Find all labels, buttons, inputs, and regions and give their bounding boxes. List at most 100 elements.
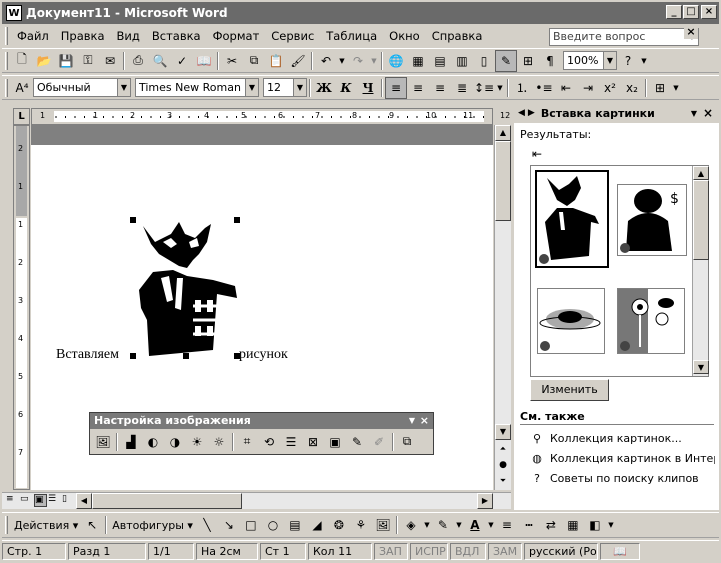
less-brightness-icon[interactable]: ☼ (208, 431, 230, 453)
font-color-icon[interactable]: A (464, 514, 486, 536)
line-color-icon[interactable]: ✎ (432, 514, 454, 536)
wordart-icon[interactable]: ◢ (306, 514, 328, 536)
status-extend[interactable]: ВДЛ (450, 542, 486, 560)
rectangle-icon[interactable]: □ (240, 514, 262, 536)
clip-cat[interactable]: $ (617, 184, 687, 256)
crop-icon[interactable]: ⌗ (236, 431, 258, 453)
normal-view-icon[interactable]: ≡ (6, 494, 19, 507)
chevron-down-icon[interactable]: ▼ (454, 514, 464, 536)
less-contrast-icon[interactable]: ◑ (164, 431, 186, 453)
permission-icon[interactable]: ⚿ (77, 50, 99, 72)
autoshapes-menu[interactable]: Автофигуры ▾ (112, 519, 193, 532)
scroll-left-icon[interactable]: ◀ (76, 493, 92, 509)
vertical-scrollbar[interactable]: ▲ ▼ ⏶ ● ⏷ (494, 125, 511, 490)
scroll-thumb[interactable] (495, 141, 511, 221)
subscript-icon[interactable]: x₂ (621, 77, 643, 99)
clip-art-icon[interactable]: ⚘ (350, 514, 372, 536)
scroll-down-icon[interactable]: ▼ (693, 360, 709, 374)
more-contrast-icon[interactable]: ◐ (142, 431, 164, 453)
superscript-icon[interactable]: x² (599, 77, 621, 99)
chevron-down-icon[interactable]: ▼ (495, 77, 505, 99)
document-text-before[interactable]: Вставляем (56, 347, 119, 363)
link-clip-online[interactable]: ◍ Коллекция картинок в Интернете (530, 451, 719, 465)
arrow-icon[interactable]: ↘ (218, 514, 240, 536)
insert-excel-icon[interactable]: ▥ (451, 50, 473, 72)
chevron-down-icon[interactable]: ▼ (337, 50, 347, 72)
word-app-icon[interactable]: W (6, 5, 22, 21)
font-select[interactable]: Times New Roman ▼ (135, 78, 259, 97)
italic-button[interactable]: К (335, 77, 357, 99)
toolbar-grip[interactable] (5, 516, 8, 534)
oval-icon[interactable]: ○ (262, 514, 284, 536)
menu-table[interactable]: Таблица (326, 29, 377, 43)
bullets-icon[interactable]: •≡ (533, 77, 555, 99)
resize-handle[interactable] (130, 217, 136, 223)
border-icon[interactable]: ⊞ (649, 77, 671, 99)
outline-view-icon[interactable]: ☰ (48, 494, 61, 507)
maximize-button[interactable]: □ (683, 5, 699, 19)
style-select[interactable]: Обычный ▼ (33, 78, 131, 97)
diagram-icon[interactable]: ❂ (328, 514, 350, 536)
scroll-up-icon[interactable]: ▲ (693, 166, 709, 180)
spelling-icon[interactable]: ✓ (171, 50, 193, 72)
scroll-up-icon[interactable]: ▲ (495, 125, 511, 141)
paste-icon[interactable]: 📋 (265, 50, 287, 72)
menu-view[interactable]: Вид (117, 29, 140, 43)
forward-icon[interactable]: ▶ (528, 108, 535, 118)
horizontal-ruler[interactable]: 1 1 2 3 4 5 6 7 8 9 10 11 12 (31, 108, 510, 125)
chevron-down-icon[interactable]: ▼ (293, 79, 306, 96)
clip-scrollbar[interactable]: ▲ ▼ (692, 166, 709, 376)
clip-flowers[interactable] (617, 288, 685, 354)
scroll-right-icon[interactable]: ▶ (477, 493, 493, 509)
reset-picture-icon[interactable]: ⧉ (396, 431, 418, 453)
previous-page-icon[interactable]: ⏶ (495, 441, 511, 457)
back-icon[interactable]: ◀ (518, 108, 525, 118)
status-overtype[interactable]: ЗАМ (488, 542, 522, 560)
next-page-icon[interactable]: ⏷ (495, 473, 511, 489)
menu-edit[interactable]: Правка (61, 29, 105, 43)
open-icon[interactable]: 📂 (33, 50, 55, 72)
research-icon[interactable]: 📖 (193, 50, 215, 72)
status-track-changes[interactable]: ИСПР (410, 542, 448, 560)
menu-help[interactable]: Справка (432, 29, 483, 43)
tab-selector[interactable]: L (13, 108, 30, 125)
resize-handle[interactable] (234, 217, 240, 223)
document-map-icon[interactable]: ⊞ (517, 50, 539, 72)
toolbar-grip[interactable] (5, 51, 8, 70)
bold-button[interactable]: Ж (313, 77, 335, 99)
chevron-down-icon[interactable]: ▼ (245, 79, 258, 96)
link-search-tips[interactable]: ? Советы по поиску клипов (530, 471, 719, 485)
toolbar-options-icon[interactable]: ▼ (639, 50, 649, 72)
show-hide-icon[interactable]: ¶ (539, 50, 561, 72)
toolbar-grip[interactable] (5, 27, 8, 45)
actions-menu[interactable]: Действия ▾ (14, 519, 78, 532)
task-pane-menu-icon[interactable]: ▼ (691, 109, 697, 118)
line-style-icon[interactable]: ≡ (496, 514, 518, 536)
task-pane-close-icon[interactable]: × (703, 106, 713, 120)
clip-fox[interactable] (535, 170, 609, 268)
menu-insert[interactable]: Вставка (152, 29, 201, 43)
underline-button[interactable]: Ч (357, 77, 379, 99)
justify-icon[interactable]: ≣ (451, 77, 473, 99)
clip-hamster[interactable] (537, 288, 605, 354)
numbering-icon[interactable]: ⒈ (511, 77, 533, 99)
print-preview-icon[interactable]: 🔍 (149, 50, 171, 72)
cut-icon[interactable]: ✂ (221, 50, 243, 72)
align-left-icon[interactable]: ≡ (385, 76, 407, 99)
print-icon[interactable]: ⎙ (127, 50, 149, 72)
minimize-button[interactable]: _ (666, 5, 682, 19)
link-clip-collection[interactable]: ⚲ Коллекция картинок... (530, 431, 719, 445)
text-box-icon[interactable]: ▤ (284, 514, 306, 536)
status-record[interactable]: ЗАП (374, 542, 408, 560)
decrease-indent-icon[interactable]: ⇤ (555, 77, 577, 99)
document-text-after[interactable]: рисунок (239, 347, 288, 363)
line-style-icon[interactable]: ☰ (280, 431, 302, 453)
picture-toolbar-title[interactable]: Настройка изображения ▼ × (90, 413, 433, 429)
set-transparent-color-icon[interactable]: ✐ (368, 431, 390, 453)
menu-file[interactable]: Файл (17, 29, 49, 43)
menu-window[interactable]: Окно (389, 29, 420, 43)
copy-icon[interactable]: ⧉ (243, 50, 265, 72)
scroll-thumb[interactable] (693, 180, 709, 260)
insert-picture-icon[interactable]: 🖼 (92, 431, 114, 453)
3d-style-icon[interactable]: ◧ (584, 514, 606, 536)
